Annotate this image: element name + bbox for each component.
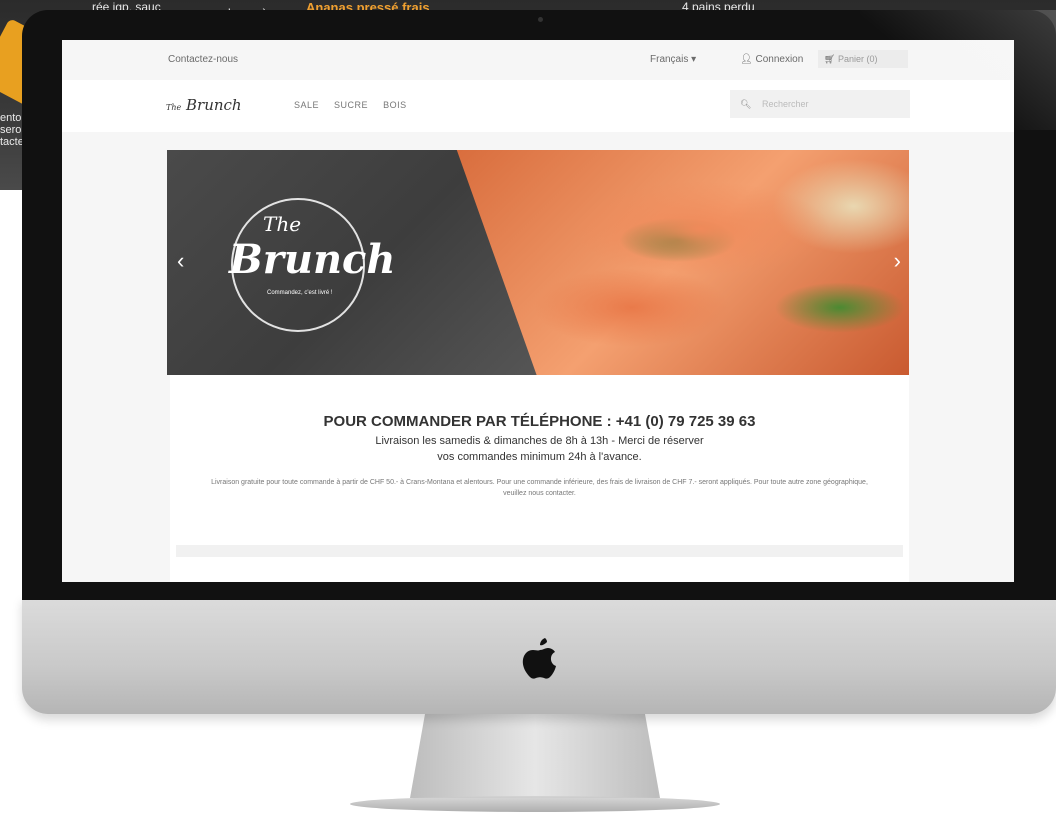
top-bar: Contactez-nous Français ▾ 👤︎ Connexion 🛒… [62, 40, 1014, 80]
carousel-prev-button[interactable]: ‹ [177, 250, 184, 272]
main-menu: SALE SUCRE BOIS [294, 100, 419, 110]
menu-item-sale[interactable]: SALE [294, 100, 319, 110]
language-select[interactable]: Français ▾ [650, 54, 696, 65]
website-screen: Contactez-nous Français ▾ 👤︎ Connexion 🛒… [62, 40, 1014, 582]
cart-icon: 🛒︎ [824, 54, 836, 64]
delivery-hours-text: Livraison les samedis & dimanches de 8h … [375, 435, 704, 447]
search-input[interactable]: 🔍︎ Rechercher [730, 90, 910, 118]
site-logo[interactable]: The Brunch [166, 96, 242, 114]
cart-button[interactable]: 🛒︎ Panier (0) [818, 50, 908, 68]
menu-item-bois[interactable]: BOIS [383, 100, 407, 110]
hero-carousel: The Brunch Commandez, c'est livré ! ‹ › [167, 150, 909, 375]
order-info-block: POUR COMMANDER PAR TÉLÉPHONE : +41 (0) 7… [170, 375, 909, 582]
hero-logo-brunch: Brunch [229, 236, 396, 283]
carousel-next-button[interactable]: › [894, 250, 901, 272]
content-divider [176, 545, 903, 557]
imac-stand [410, 714, 660, 798]
menu-item-sucre[interactable]: SUCRE [334, 100, 368, 110]
login-label: Connexion [755, 54, 804, 65]
delivery-fee-text: Livraison gratuite pour toute commande à… [211, 479, 868, 497]
main-navbar: The Brunch SALE SUCRE BOIS 🔍︎ Rechercher [62, 80, 1014, 132]
hero-logo-the: The [263, 212, 302, 236]
cart-label: Panier (0) [837, 54, 878, 64]
contact-link[interactable]: Contactez-nous [168, 54, 238, 65]
booking-notice-text: vos commandes minimum 24h à l'avance. [437, 451, 642, 463]
imac-camera [538, 17, 543, 22]
login-link[interactable]: 👤︎ Connexion [740, 54, 803, 65]
search-icon: 🔍︎ [740, 99, 752, 109]
search-placeholder: Rechercher [761, 99, 809, 109]
user-icon: 👤︎ [740, 54, 753, 65]
apple-logo-icon [522, 638, 556, 679]
hero-logo-tagline: Commandez, c'est livré ! [267, 290, 333, 296]
imac-stand-base [350, 796, 720, 812]
phone-order-headline: POUR COMMANDER PAR TÉLÉPHONE : +41 (0) 7… [323, 413, 756, 430]
